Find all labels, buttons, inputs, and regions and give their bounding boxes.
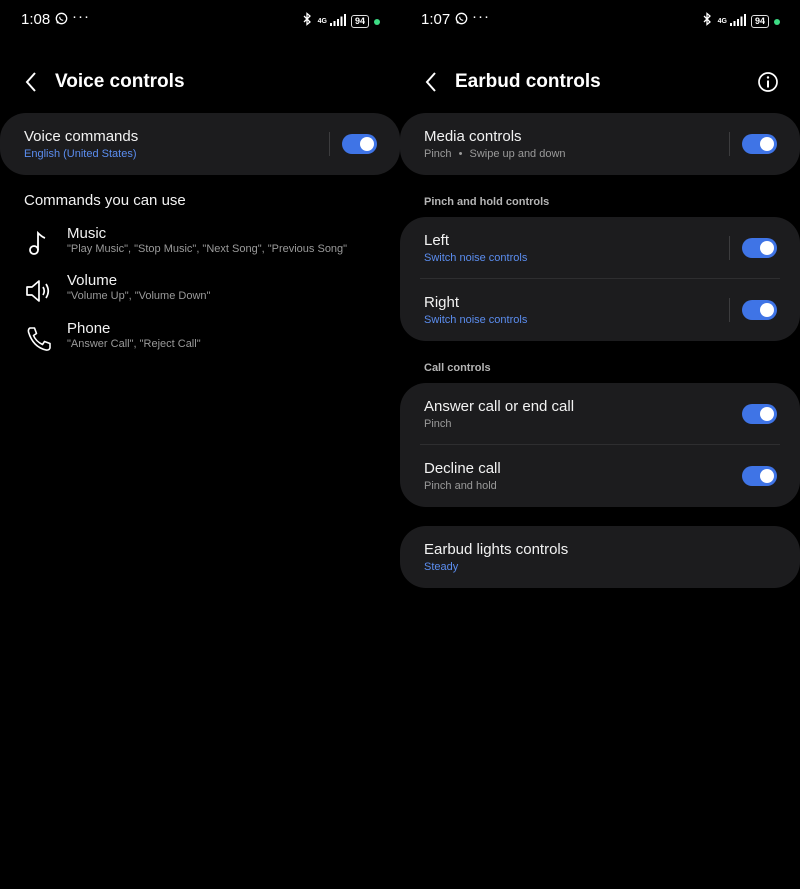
section-title-pinch: Pinch and hold controls — [424, 196, 550, 208]
status-bar: 1:08 ··· 4G 94 — [0, 8, 400, 32]
command-examples: "Answer Call", "Reject Call" — [67, 338, 201, 350]
command-title: Music — [67, 225, 107, 242]
commands-heading: Commands you can use — [24, 192, 186, 209]
battery-indicator: 94 — [750, 15, 769, 28]
row-subtitle: Pinch and hold — [424, 480, 497, 492]
back-button[interactable] — [420, 70, 444, 94]
command-title: Phone — [67, 320, 111, 337]
answer-call-toggle[interactable] — [742, 404, 777, 424]
bullet-separator: • — [458, 148, 463, 160]
status-time: 1:08 — [21, 11, 51, 28]
earbud-lights-card[interactable]: Earbud lights controls Steady — [400, 526, 800, 588]
divider — [329, 132, 330, 156]
voice-commands-card[interactable]: Voice commands English (United States) — [0, 113, 400, 175]
toggle-knob — [360, 137, 374, 151]
command-music: Music "Play Music", "Stop Music", "Next … — [0, 225, 400, 269]
call-controls-card: Answer call or end call Pinch Decline ca… — [400, 383, 800, 507]
row-subtitle: Switch noise controls — [424, 252, 528, 264]
pinch-hold-card: Left Switch noise controls Right Switch … — [400, 217, 800, 341]
toggle-knob — [760, 469, 774, 483]
voice-commands-row[interactable]: Voice commands English (United States) — [0, 113, 400, 175]
row-subtitle: Switch noise controls — [424, 314, 528, 326]
toggle-knob — [760, 303, 774, 317]
network-type: 4G — [317, 18, 327, 25]
left-earbud-row[interactable]: Left Switch noise controls — [400, 217, 800, 279]
signal-icon — [729, 13, 746, 31]
toggle-knob — [760, 137, 774, 151]
signal-icon — [329, 13, 346, 31]
earbud-lights-row[interactable]: Earbud lights controls Steady — [400, 526, 800, 588]
status-time: 1:07 — [421, 11, 451, 28]
row-title: Media controls — [424, 128, 522, 145]
row-title: Earbud lights controls — [424, 541, 569, 558]
speaker-icon — [24, 276, 54, 306]
page-title: Earbud controls — [455, 71, 601, 92]
header: Voice controls — [0, 64, 400, 100]
row-subtitle: English (United States) — [24, 148, 137, 160]
command-examples: "Play Music", "Stop Music", "Next Song",… — [67, 243, 348, 255]
row-title: Left — [424, 232, 450, 249]
network-type: 4G — [717, 18, 727, 25]
command-examples: "Volume Up", "Volume Down" — [67, 290, 211, 302]
earbud-controls-screen: 1:07 ··· 4G 94 Earbud controls Media con… — [400, 0, 800, 889]
media-controls-card[interactable]: Media controls Pinch • Swipe up and down — [400, 113, 800, 175]
info-icon — [758, 72, 778, 92]
decline-call-toggle[interactable] — [742, 466, 777, 486]
battery-indicator: 94 — [350, 15, 369, 28]
privacy-dot-icon — [374, 18, 380, 25]
row-title: Decline call — [424, 460, 501, 477]
command-phone: Phone "Answer Call", "Reject Call" — [0, 320, 400, 364]
row-subtitle: Pinch — [424, 418, 452, 430]
toggle-knob — [760, 241, 774, 255]
bluetooth-icon — [701, 12, 713, 31]
more-notifications-icon: ··· — [72, 8, 90, 25]
toggle-knob — [760, 407, 774, 421]
left-earbud-toggle[interactable] — [742, 238, 777, 258]
subtitle-part: Swipe up and down — [469, 148, 566, 160]
bluetooth-icon — [301, 12, 313, 31]
right-earbud-toggle[interactable] — [742, 300, 777, 320]
whatsapp-icon — [455, 12, 468, 30]
divider — [729, 132, 730, 156]
row-title: Voice commands — [24, 128, 139, 145]
back-arrow-icon — [25, 72, 36, 92]
back-arrow-icon — [425, 72, 436, 92]
row-title: Answer call or end call — [424, 398, 575, 415]
whatsapp-icon — [55, 12, 68, 30]
voice-commands-toggle[interactable] — [342, 134, 377, 154]
privacy-dot-icon — [774, 18, 780, 25]
row-subtitle: Pinch • Swipe up and down — [424, 148, 566, 160]
media-controls-row[interactable]: Media controls Pinch • Swipe up and down — [400, 113, 800, 175]
right-earbud-row[interactable]: Right Switch noise controls — [400, 279, 800, 341]
command-title: Volume — [67, 272, 118, 289]
status-bar: 1:07 ··· 4G 94 — [400, 8, 800, 32]
row-subtitle: Steady — [424, 561, 459, 573]
voice-controls-screen: 1:08 ··· 4G 94 Voice controls Voice comm… — [0, 0, 400, 889]
media-controls-toggle[interactable] — [742, 134, 777, 154]
answer-call-row[interactable]: Answer call or end call Pinch — [400, 383, 800, 445]
back-button[interactable] — [20, 70, 44, 94]
section-title-call: Call controls — [424, 362, 491, 374]
command-volume: Volume "Volume Up", "Volume Down" — [0, 272, 400, 316]
music-note-icon — [24, 229, 54, 259]
row-title: Right — [424, 294, 460, 311]
more-notifications-icon: ··· — [472, 8, 490, 25]
decline-call-row[interactable]: Decline call Pinch and hold — [400, 445, 800, 507]
divider — [729, 236, 730, 260]
info-button[interactable] — [756, 70, 780, 94]
header: Earbud controls — [400, 64, 800, 100]
divider — [729, 298, 730, 322]
subtitle-part: Pinch — [424, 148, 452, 160]
page-title: Voice controls — [55, 71, 185, 92]
phone-icon — [24, 324, 54, 354]
